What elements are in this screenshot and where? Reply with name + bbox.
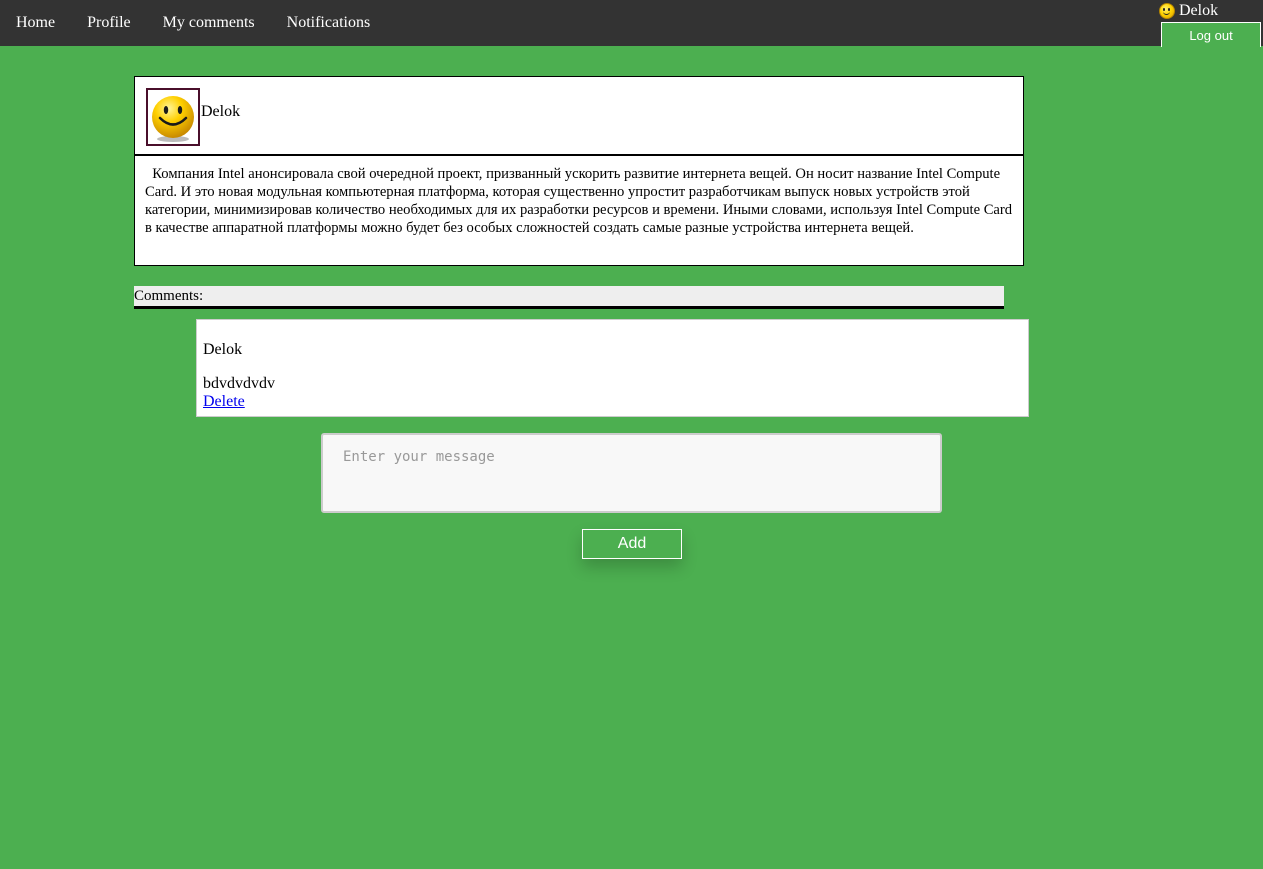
nav-home-link[interactable]: Home bbox=[0, 0, 71, 46]
current-user-name: Delok bbox=[1179, 2, 1219, 19]
message-input[interactable] bbox=[321, 433, 942, 513]
nav-my-comments-link[interactable]: My comments bbox=[147, 0, 271, 46]
post-author-avatar bbox=[146, 88, 200, 146]
nav-notifications-link[interactable]: Notifications bbox=[271, 0, 387, 46]
top-navigation-bar: Home Profile My comments Notifications D… bbox=[0, 0, 1263, 47]
logout-button[interactable]: Log out bbox=[1161, 22, 1261, 47]
smiley-icon bbox=[152, 96, 194, 142]
comment-author: Delok bbox=[203, 341, 243, 358]
post-card: Delok Компания Intel анонсировала свой о… bbox=[134, 76, 1024, 266]
post-text: Компания Intel анонсировала свой очередн… bbox=[145, 165, 1015, 237]
user-menu: Delok Log out bbox=[1158, 0, 1263, 47]
post-text-content: Компания Intel анонсировала свой очередн… bbox=[145, 166, 1013, 236]
add-comment-button[interactable]: Add bbox=[582, 529, 682, 559]
post-header: Delok bbox=[135, 77, 1023, 156]
main-nav: Home Profile My comments Notifications bbox=[0, 0, 386, 46]
comments-heading: Comments: bbox=[134, 286, 1004, 309]
current-user: Delok bbox=[1159, 1, 1218, 21]
comment-delete-link[interactable]: Delete bbox=[203, 393, 245, 411]
nav-profile-link[interactable]: Profile bbox=[71, 0, 147, 46]
comment-item: Delok bdvdvdvdv Delete bbox=[196, 319, 1029, 417]
post-author-name: Delok bbox=[201, 103, 241, 120]
user-avatar-smiley-icon bbox=[1159, 3, 1175, 19]
comment-text: bdvdvdvdv bbox=[203, 375, 275, 392]
